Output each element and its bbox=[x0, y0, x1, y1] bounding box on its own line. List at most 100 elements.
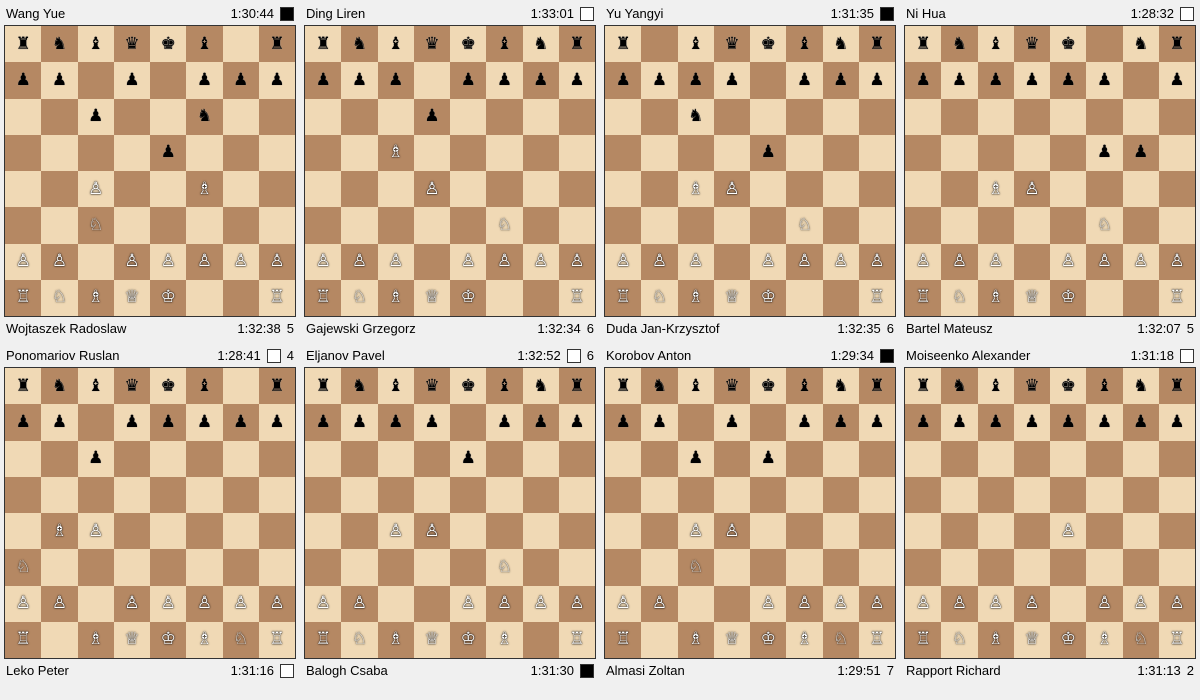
cell-5-7 bbox=[559, 207, 595, 243]
cell-3-6 bbox=[523, 135, 559, 171]
cell-1-4 bbox=[750, 404, 786, 440]
piece-bp-1-3: ♟ bbox=[424, 414, 439, 431]
cell-4-6 bbox=[223, 171, 259, 207]
cell-0-0: ♜ bbox=[905, 26, 941, 62]
piece-bn-0-1: ♞ bbox=[952, 36, 967, 53]
cell-4-3: ♙ bbox=[714, 513, 750, 549]
black-info: 1:32:385 bbox=[237, 321, 294, 336]
cell-5-0 bbox=[905, 549, 941, 585]
piece-bp-1-7: ♟ bbox=[269, 72, 284, 89]
piece-wb-7-2: ♗ bbox=[88, 631, 103, 648]
cell-5-2 bbox=[78, 549, 114, 585]
chess-board-7[interactable]: ♜♞♝♛♚♝♞♜♟♟♟♟♟♟♟♟♙♙♘♙♙♙♙♙♙♖♗♕♔♗♘♖ bbox=[604, 367, 896, 659]
piece-bp-1-6: ♟ bbox=[833, 72, 848, 89]
piece-wq-7-3: ♕ bbox=[1024, 289, 1039, 306]
cell-2-1 bbox=[641, 99, 677, 135]
piece-bk-0-4: ♚ bbox=[461, 36, 476, 53]
cell-6-6: ♙ bbox=[223, 586, 259, 622]
cell-6-6: ♙ bbox=[223, 244, 259, 280]
piece-bp-2-3: ♟ bbox=[424, 108, 439, 125]
cell-6-6: ♙ bbox=[1123, 244, 1159, 280]
cell-3-2 bbox=[78, 135, 114, 171]
cell-1-5: ♟ bbox=[1086, 62, 1122, 98]
piece-wk-7-4: ♔ bbox=[761, 631, 776, 648]
piece-wq-7-3: ♕ bbox=[124, 289, 139, 306]
cell-1-5: ♟ bbox=[186, 62, 222, 98]
piece-bp-1-1: ♟ bbox=[352, 72, 367, 89]
cell-3-1 bbox=[941, 477, 977, 513]
cell-6-0: ♙ bbox=[5, 586, 41, 622]
black-player-name: Wojtaszek Radoslaw bbox=[6, 321, 126, 336]
piece-bn-0-1: ♞ bbox=[352, 378, 367, 395]
chess-board-8[interactable]: ♜♞♝♛♚♝♞♜♟♟♟♟♟♟♟♟♙♙♙♙♙♙♙♙♖♘♗♕♔♗♘♖ bbox=[904, 367, 1196, 659]
cell-5-2: ♘ bbox=[78, 207, 114, 243]
cell-1-6: ♟ bbox=[223, 404, 259, 440]
piece-bb-0-2: ♝ bbox=[988, 378, 1003, 395]
cell-6-1: ♙ bbox=[941, 586, 977, 622]
cell-5-5 bbox=[1086, 549, 1122, 585]
chess-board-1[interactable]: ♜♞♝♛♚♝♜♟♟♟♟♟♟♟♞♟♙♗♘♙♙♙♙♙♙♙♖♘♗♕♔♖ bbox=[4, 25, 296, 317]
cell-6-6: ♙ bbox=[823, 244, 859, 280]
cell-5-2 bbox=[678, 207, 714, 243]
cell-0-5: ♝ bbox=[786, 368, 822, 404]
piece-wb-7-2: ♗ bbox=[388, 631, 403, 648]
cell-1-1: ♟ bbox=[41, 404, 77, 440]
cell-5-6 bbox=[1123, 207, 1159, 243]
piece-wn-5-5: ♘ bbox=[1097, 217, 1112, 234]
cell-0-0: ♜ bbox=[305, 26, 341, 62]
cell-1-3: ♟ bbox=[414, 404, 450, 440]
cell-2-7 bbox=[1159, 99, 1195, 135]
cell-7-2: ♗ bbox=[378, 280, 414, 316]
cell-5-5 bbox=[786, 549, 822, 585]
piece-bp-1-3: ♟ bbox=[1024, 72, 1039, 89]
chess-board-3[interactable]: ♜♝♛♚♝♞♜♟♟♟♟♟♟♟♞♟♗♙♘♙♙♙♙♙♙♙♖♘♗♕♔♖ bbox=[604, 25, 896, 317]
cell-7-4: ♔ bbox=[750, 622, 786, 658]
cell-1-2: ♟ bbox=[978, 62, 1014, 98]
cell-6-3: ♙ bbox=[114, 244, 150, 280]
cell-2-3 bbox=[114, 99, 150, 135]
cell-6-2: ♙ bbox=[678, 244, 714, 280]
piece-wp-6-1: ♙ bbox=[652, 253, 667, 270]
cell-6-2 bbox=[78, 244, 114, 280]
white-info: 1:33:01 bbox=[531, 6, 594, 21]
cell-1-2: ♟ bbox=[378, 404, 414, 440]
cell-0-5: ♝ bbox=[486, 26, 522, 62]
cell-6-6: ♙ bbox=[1123, 586, 1159, 622]
cell-1-3: ♟ bbox=[114, 404, 150, 440]
cell-2-0 bbox=[5, 99, 41, 135]
chess-board-5[interactable]: ♜♞♝♛♚♝♜♟♟♟♟♟♟♟♟♗♙♘♙♙♙♙♙♙♙♖♗♕♔♗♘♖ bbox=[4, 367, 296, 659]
black-player-name: Balogh Csaba bbox=[306, 663, 388, 678]
cell-5-2 bbox=[378, 207, 414, 243]
cell-1-7: ♟ bbox=[259, 62, 295, 98]
cell-5-4 bbox=[1050, 549, 1086, 585]
white-info: 1:31:18 bbox=[1131, 348, 1194, 363]
cell-0-4: ♚ bbox=[750, 26, 786, 62]
cell-6-7: ♙ bbox=[1159, 244, 1195, 280]
cell-2-2: ♟ bbox=[678, 441, 714, 477]
cell-6-1: ♙ bbox=[641, 586, 677, 622]
cell-5-0 bbox=[605, 207, 641, 243]
cell-0-5 bbox=[1086, 26, 1122, 62]
cell-0-4: ♚ bbox=[1050, 26, 1086, 62]
cell-1-0: ♟ bbox=[5, 62, 41, 98]
cell-6-4: ♙ bbox=[150, 586, 186, 622]
piece-bq-0-3: ♛ bbox=[724, 378, 739, 395]
cell-0-1 bbox=[641, 26, 677, 62]
piece-wp-4-3: ♙ bbox=[724, 523, 739, 540]
cell-6-3 bbox=[414, 586, 450, 622]
cell-0-0: ♜ bbox=[5, 368, 41, 404]
black-player-name: Gajewski Grzegorz bbox=[306, 321, 416, 336]
chess-board-4[interactable]: ♜♞♝♛♚♞♜♟♟♟♟♟♟♟♟♟♗♙♘♙♙♙♙♙♙♙♖♘♗♕♔♖ bbox=[904, 25, 1196, 317]
piece-wp-6-4: ♙ bbox=[161, 253, 176, 270]
cell-6-7: ♙ bbox=[859, 586, 895, 622]
cell-5-3 bbox=[414, 549, 450, 585]
chess-board-6[interactable]: ♜♞♝♛♚♝♞♜♟♟♟♟♟♟♟♟♙♙♘♙♙♙♙♙♙♖♘♗♕♔♗♖ bbox=[304, 367, 596, 659]
piece-br-0-7: ♜ bbox=[1169, 36, 1184, 53]
chess-board-2[interactable]: ♜♞♝♛♚♝♞♜♟♟♟♟♟♟♟♟♗♙♘♙♙♙♙♙♙♙♖♘♗♕♔♖ bbox=[304, 25, 596, 317]
white-clock: 1:31:35 bbox=[831, 6, 874, 21]
piece-wr-7-0: ♖ bbox=[916, 289, 931, 306]
cell-1-0: ♟ bbox=[605, 404, 641, 440]
cell-6-0: ♙ bbox=[605, 586, 641, 622]
white-clock: 1:28:32 bbox=[1131, 6, 1174, 21]
cell-1-1: ♟ bbox=[641, 62, 677, 98]
